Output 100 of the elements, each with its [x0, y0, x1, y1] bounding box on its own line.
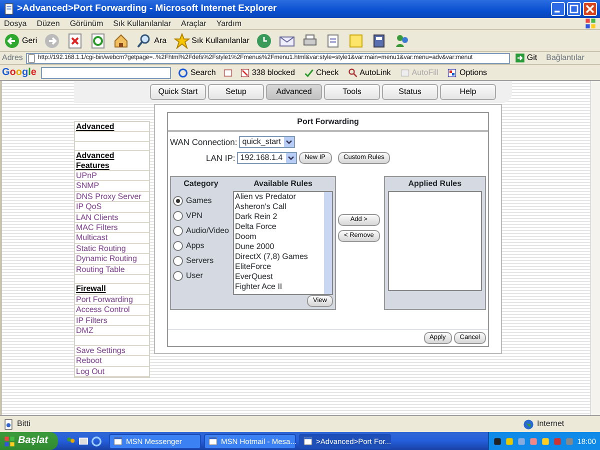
sidebar-link[interactable]: Port Forwarding — [76, 294, 133, 304]
browser-icon — [91, 436, 102, 446]
globe-icon — [523, 418, 534, 430]
sidebar-link[interactable]: Routing Table — [76, 264, 125, 274]
menu-item[interactable]: Sık Kullanılanlar — [113, 18, 171, 28]
maximize-button[interactable] — [567, 2, 581, 16]
sidebar-heading[interactable]: Advanced — [76, 122, 148, 132]
menu-item[interactable]: Düzen — [36, 18, 60, 28]
minimize-button[interactable] — [551, 2, 565, 16]
dropdown[interactable]: quick_start — [239, 136, 295, 148]
windows-logo-icon — [4, 436, 15, 446]
google-g-icon — [178, 68, 188, 78]
applied-rules-listbox[interactable] — [388, 191, 482, 291]
sidebar-heading[interactable]: Firewall — [76, 284, 148, 294]
sidebar-link[interactable]: IP QoS — [76, 202, 102, 212]
autolink-button[interactable]: AutoLink — [346, 68, 393, 78]
radio-option[interactable]: User — [171, 268, 233, 283]
status-text: Bitti — [17, 419, 32, 429]
list-item[interactable]: Dune 2000 — [234, 242, 308, 252]
sidebar-link[interactable]: Dynamic Routing — [76, 254, 137, 264]
menu-item[interactable]: Araçlar — [180, 18, 206, 28]
window-icon — [208, 436, 218, 446]
list-item[interactable]: Fighter Ace II — [234, 282, 308, 292]
list-item[interactable]: Doom — [234, 232, 308, 242]
sidebar-link[interactable]: UPnP — [76, 171, 97, 180]
check-icon — [304, 68, 314, 78]
popup-blocker-button[interactable]: 338 blocked — [238, 68, 297, 78]
sidebar-link[interactable]: MAC Filters — [76, 223, 118, 232]
nav-tab[interactable]: Quick Start — [150, 84, 206, 100]
rules-listbox[interactable]: Alien vs Predator Asheron's Call Dark Rein 2 Delta Force Doom Dune 2000 DirectX (7,8) Games EliteForce EverQuest Fighter Ace II — [233, 191, 333, 295]
sidebar-link[interactable]: DNS Proxy Server — [76, 192, 142, 201]
panel-title: Port Forwarding — [168, 113, 488, 132]
scrollbar[interactable] — [590, 81, 600, 415]
search-icon — [136, 32, 152, 48]
magnifier-icon — [348, 68, 358, 78]
people-icon — [394, 32, 410, 48]
sidebar-link[interactable]: Save Settings — [76, 346, 126, 355]
sidebar-link[interactable]: Reboot — [76, 356, 102, 366]
toolbar-button[interactable]: Sık Kullanılanlar — [172, 32, 252, 48]
book-icon — [371, 32, 388, 48]
form-icon — [400, 68, 410, 78]
dropdown-arrow-icon — [286, 153, 296, 163]
list-item[interactable]: Dark Rein 2 — [234, 212, 308, 222]
sidebar-link[interactable]: SNMP — [76, 181, 100, 190]
options-icon — [447, 68, 458, 78]
sidebar-link[interactable]: Access Control — [76, 305, 130, 314]
refresh-icon — [90, 32, 106, 48]
google-logo[interactable]: Google — [2, 66, 36, 78]
sidebar-link[interactable]: Log Out — [76, 366, 104, 376]
radio-option[interactable]: Games — [171, 193, 233, 208]
sidebar-link[interactable]: Static Routing — [76, 244, 126, 253]
menu-item[interactable]: Görünüm — [70, 18, 104, 28]
list-item[interactable]: DirectX (7,8) Games — [234, 252, 308, 262]
list-item[interactable]: Delta Force — [234, 222, 308, 232]
list-item[interactable]: EliteForce — [234, 262, 308, 272]
menu-item[interactable]: Dosya — [4, 18, 27, 28]
field-label: LAN IP: — [206, 152, 236, 164]
history-icon — [256, 32, 272, 48]
sidebar-link[interactable]: IP Filters — [76, 316, 108, 325]
dropdown[interactable]: 192.168.1.4 — [237, 152, 297, 164]
desktop-icon — [78, 436, 90, 446]
close-button[interactable] — [583, 2, 597, 16]
page-icon — [3, 3, 15, 15]
star-icon — [174, 32, 190, 48]
document-icon — [325, 32, 342, 48]
field-label: WAN Connection: — [170, 136, 238, 148]
sidebar-heading[interactable]: Advanced Features — [76, 151, 148, 170]
radio-option[interactable]: Apps — [171, 238, 233, 253]
nav-tab[interactable]: Tools — [324, 84, 380, 100]
page-icon — [26, 54, 36, 62]
radio-option[interactable]: Servers — [171, 253, 233, 268]
address-label: Adres — [2, 53, 23, 63]
menu-item[interactable]: Yardım — [216, 18, 242, 28]
window-icon — [113, 436, 124, 446]
go-button[interactable]: Git — [512, 53, 540, 63]
radio-option[interactable]: VPN — [171, 208, 233, 223]
home-icon — [113, 32, 130, 48]
nav-tab[interactable]: Help — [440, 84, 496, 100]
list-item[interactable]: Alien vs Predator — [234, 192, 308, 202]
radio-option[interactable]: Audio/Video — [171, 223, 233, 238]
spell-check-button[interactable]: Check — [302, 68, 341, 78]
nav-tab[interactable]: Status — [382, 84, 438, 100]
printer-icon — [302, 32, 318, 48]
sidebar-link[interactable]: LAN Clients — [76, 212, 118, 222]
links-label[interactable]: Bağlantılar — [546, 53, 584, 63]
toolbar-button[interactable]: Ara — [134, 32, 169, 48]
nav-tab[interactable]: Advanced — [266, 84, 322, 100]
column-header: Available Rules — [252, 178, 314, 190]
scrollbar[interactable] — [324, 192, 332, 294]
google-search-field[interactable] — [41, 66, 172, 78]
list-item[interactable]: Asheron's Call — [234, 202, 308, 212]
sidebar-link[interactable]: DMZ — [76, 326, 94, 336]
start-button[interactable]: Başlat — [0, 432, 58, 450]
nav-tab[interactable]: Setup — [208, 84, 264, 100]
zone-label: Internet — [537, 419, 566, 429]
toolbar-button[interactable]: Geri — [2, 32, 40, 48]
list-item[interactable]: EverQuest — [234, 272, 308, 282]
search-button[interactable]: Search — [176, 68, 218, 78]
options-button[interactable]: Options — [445, 68, 490, 78]
sidebar-link[interactable]: Multicast — [76, 233, 108, 242]
